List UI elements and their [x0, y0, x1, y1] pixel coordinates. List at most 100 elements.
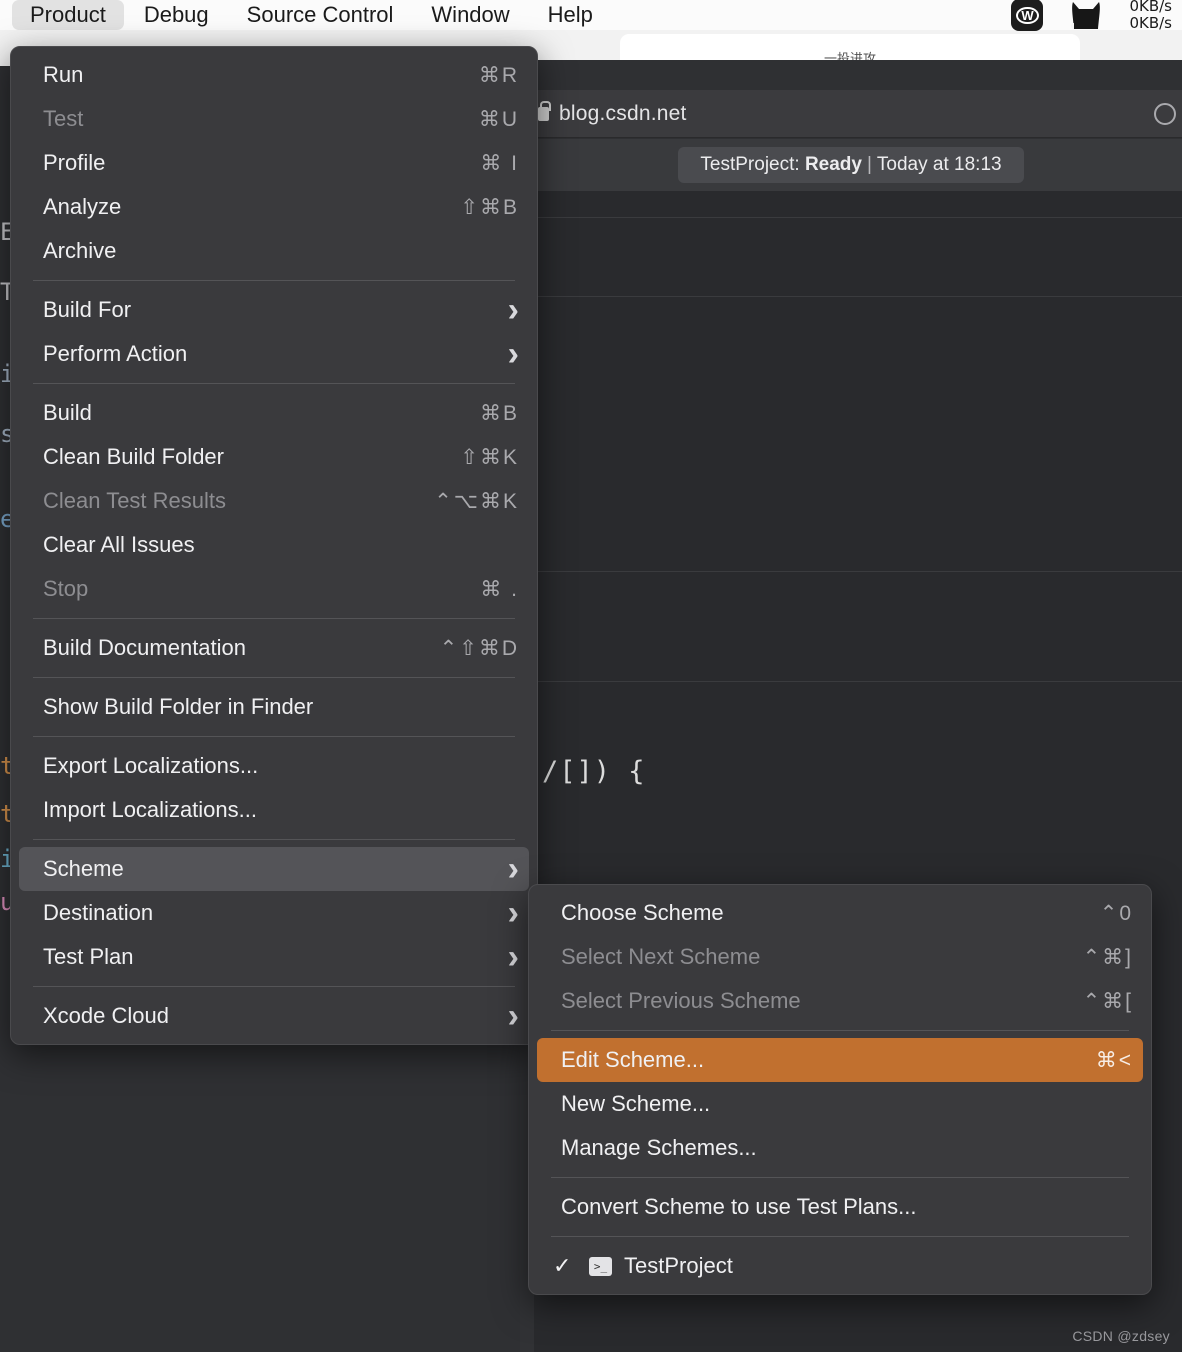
- menu-item-label: Test Plan: [43, 944, 134, 969]
- menu-separator: [551, 1177, 1129, 1178]
- menubar-item-label: Help: [547, 2, 593, 27]
- browser-address-bar[interactable]: blog.csdn.net: [520, 90, 1182, 138]
- menu-item-test: Test ⌘U: [19, 97, 529, 141]
- menu-item-show-build-folder-in-finder[interactable]: Show Build Folder in Finder: [19, 685, 529, 729]
- menu-item-label: Analyze: [43, 194, 122, 219]
- chevron-right-icon: ›: [507, 893, 519, 932]
- menu-item-perform-action[interactable]: Perform Action ›: [19, 332, 529, 376]
- menu-item-label: Edit Scheme...: [561, 1047, 705, 1072]
- lock-icon: [538, 100, 551, 121]
- network-speed-indicator: 0KB/s 0KB/s: [1129, 0, 1172, 32]
- menu-item-import-localizations[interactable]: Import Localizations...: [19, 788, 529, 832]
- menu-separator: [33, 839, 515, 840]
- menu-item-shortcut: ⌘B: [479, 401, 519, 425]
- menu-item-xcode-cloud[interactable]: Xcode Cloud ›: [19, 994, 529, 1038]
- menu-item-edit-scheme[interactable]: Edit Scheme... ⌘<: [537, 1038, 1143, 1082]
- menu-separator: [33, 618, 515, 619]
- menu-item-clear-all-issues[interactable]: Clear All Issues: [19, 523, 529, 567]
- menu-item-label: Perform Action: [43, 341, 188, 366]
- menu-item-manage-schemes[interactable]: Manage Schemes...: [537, 1126, 1143, 1170]
- menu-item-shortcut: ⌘ .: [480, 577, 519, 601]
- menubar-item-product[interactable]: Product: [12, 0, 124, 30]
- menu-item-label: Convert Scheme to use Test Plans...: [561, 1194, 917, 1219]
- menu-item-label: Archive: [43, 238, 117, 263]
- wps-office-icon[interactable]: W: [1011, 0, 1044, 31]
- menu-separator: [33, 986, 515, 987]
- menu-item-test-plan[interactable]: Test Plan ›: [19, 935, 529, 979]
- chevron-right-icon: ›: [507, 849, 519, 888]
- menu-item-scheme-testproject[interactable]: ✓ >_ TestProject: [537, 1244, 1143, 1288]
- menu-item-shortcut: ⇧⌘B: [460, 195, 519, 219]
- menu-item-analyze[interactable]: Analyze ⇧⌘B: [19, 185, 529, 229]
- menu-item-label: Manage Schemes...: [561, 1135, 757, 1160]
- menu-item-label: Xcode Cloud: [43, 1003, 169, 1028]
- csdn-watermark: CSDN @zdsey: [1072, 1328, 1170, 1344]
- network-download: 0KB/s: [1129, 14, 1172, 32]
- menu-item-profile[interactable]: Profile ⌘ I: [19, 141, 529, 185]
- menu-item-destination[interactable]: Destination ›: [19, 891, 529, 935]
- status-state: Ready: [804, 154, 862, 175]
- menu-item-scheme[interactable]: Scheme ›: [19, 847, 529, 891]
- product-menu[interactable]: Run ⌘R Test ⌘U Profile ⌘ I Analyze ⇧⌘B Archive Bu…: [10, 46, 538, 1045]
- menu-item-shortcut: ⌃⇧⌘D: [439, 636, 519, 660]
- menu-item-build-documentation[interactable]: Build Documentation ⌃⇧⌘D: [19, 626, 529, 670]
- menubar-item-label: Debug: [143, 2, 209, 27]
- menubar-item-help[interactable]: Help: [530, 0, 611, 30]
- menu-item-run[interactable]: Run ⌘R: [19, 53, 529, 97]
- menu-item-label: Stop: [43, 576, 89, 601]
- menu-item-clean-build-folder[interactable]: Clean Build Folder ⇧⌘K: [19, 435, 529, 479]
- menu-item-label: Clean Test Results: [43, 488, 227, 513]
- menu-item-shortcut: ⌃⌥⌘K: [434, 489, 519, 513]
- menu-item-shortcut: ⌃⌘]: [1082, 945, 1133, 969]
- network-upload: 0KB/s: [1129, 0, 1172, 15]
- info-circle-icon[interactable]: [1154, 102, 1176, 125]
- menu-item-label: Show Build Folder in Finder: [43, 694, 314, 719]
- menu-separator: [33, 280, 515, 281]
- menubar-item-label: Source Control: [246, 2, 394, 27]
- menu-item-shortcut: ⌘<: [1095, 1048, 1133, 1072]
- menu-item-convert-scheme-to-test-plans[interactable]: Convert Scheme to use Test Plans...: [537, 1185, 1143, 1229]
- menubar-item-source-control[interactable]: Source Control: [229, 0, 412, 30]
- editor-divider: [520, 217, 1182, 218]
- menu-item-choose-scheme[interactable]: Choose Scheme ⌃0: [537, 891, 1143, 935]
- menu-item-label: Clean Build Folder: [43, 444, 224, 469]
- address-text: blog.csdn.net: [559, 101, 687, 125]
- menubar-item-window[interactable]: Window: [413, 0, 527, 30]
- menu-item-shortcut: ⇧⌘K: [460, 445, 519, 469]
- menu-item-shortcut: ⌘U: [478, 107, 519, 131]
- menu-item-build[interactable]: Build ⌘B: [19, 391, 529, 435]
- chevron-right-icon: ›: [507, 290, 519, 329]
- menu-item-export-localizations[interactable]: Export Localizations...: [19, 744, 529, 788]
- menu-item-label: Destination: [43, 900, 154, 925]
- menu-item-select-next-scheme: Select Next Scheme ⌃⌘]: [537, 935, 1143, 979]
- menu-item-label: New Scheme...: [561, 1091, 711, 1116]
- editor-divider: [520, 296, 1182, 297]
- menu-separator: [551, 1236, 1129, 1237]
- terminal-icon: >_: [589, 1256, 612, 1276]
- menu-item-label: Import Localizations...: [43, 797, 257, 822]
- status-project: TestProject:: [700, 154, 800, 175]
- cat-icon[interactable]: [1069, 0, 1103, 31]
- menu-item-label: TestProject: [624, 1253, 733, 1278]
- editor-divider: [520, 681, 1182, 682]
- menubar-item-debug[interactable]: Debug: [126, 0, 227, 30]
- menubar-item-label: Window: [431, 2, 510, 27]
- menu-item-shortcut: ⌘R: [478, 63, 519, 87]
- chevron-right-icon: ›: [507, 937, 519, 976]
- editor-divider: [520, 571, 1182, 572]
- status-separator: |: [866, 154, 872, 175]
- menu-bar-status-items: W 0KB/s 0KB/s: [1011, 0, 1182, 32]
- menu-item-stop: Stop ⌘ .: [19, 567, 529, 611]
- menu-item-archive[interactable]: Archive: [19, 229, 529, 273]
- menu-item-label: Scheme: [43, 856, 124, 881]
- menu-item-label: Clear All Issues: [43, 532, 195, 557]
- menu-item-build-for[interactable]: Build For ›: [19, 288, 529, 332]
- scheme-submenu[interactable]: Choose Scheme ⌃0 Select Next Scheme ⌃⌘] Sele…: [528, 884, 1152, 1295]
- menu-separator: [33, 736, 515, 737]
- menu-item-label: Choose Scheme: [561, 900, 724, 925]
- menu-item-new-scheme[interactable]: New Scheme...: [537, 1082, 1143, 1126]
- chevron-right-icon: ›: [507, 334, 519, 373]
- menu-separator: [551, 1030, 1129, 1031]
- menu-item-label: Select Next Scheme: [561, 944, 761, 969]
- mac-menu-bar: Product Debug Source Control Window Help W 0…: [0, 0, 1182, 32]
